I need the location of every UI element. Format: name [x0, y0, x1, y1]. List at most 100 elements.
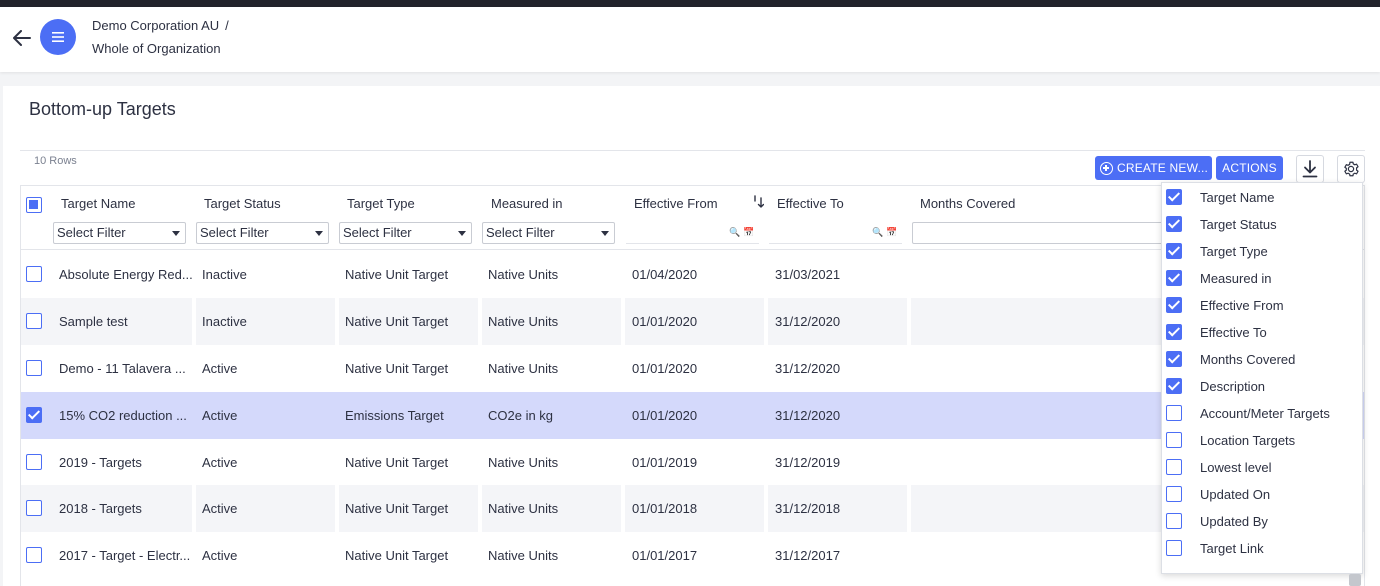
- column-toggle-checkbox[interactable]: [1166, 432, 1182, 448]
- settings-button[interactable]: [1337, 155, 1365, 183]
- effective-to-cell: 31/12/2019: [775, 455, 841, 470]
- target-name-filter-value: Select Filter: [57, 225, 126, 240]
- target-type-cell: Native Unit Target: [345, 267, 449, 282]
- column-toggle-item[interactable]: Lowest level: [1162, 454, 1362, 481]
- create-new-button[interactable]: CREATE NEW...: [1095, 156, 1212, 180]
- months-covered-filter[interactable]: [912, 222, 1172, 244]
- column-toggle-label: Target Type: [1200, 244, 1268, 259]
- breadcrumb-scope[interactable]: Whole of Organization: [92, 41, 221, 56]
- effective-from-cell: 01/01/2020: [632, 361, 698, 376]
- column-toggle-item[interactable]: Target Name: [1162, 184, 1362, 211]
- column-toggle-label: Target Status: [1200, 217, 1277, 232]
- column-chooser-panel: Target Name Target Status Target Type Measu…: [1161, 182, 1363, 574]
- column-toggle-checkbox[interactable]: [1166, 513, 1182, 529]
- column-toggle-checkbox[interactable]: [1166, 243, 1182, 259]
- measured-in-cell: CO2e in kg: [488, 408, 554, 423]
- measured-in-cell: Native Units: [488, 267, 559, 282]
- column-header-effective-from[interactable]: Effective From: [634, 196, 718, 211]
- target-type-filter-value: Select Filter: [343, 225, 412, 240]
- column-toggle-label: Effective From: [1200, 298, 1284, 313]
- measured-in-filter[interactable]: Select Filter: [482, 222, 615, 244]
- sort-icon[interactable]: [752, 195, 764, 209]
- target-name-cell[interactable]: 2018 - Targets: [59, 485, 194, 532]
- column-header-target-name[interactable]: Target Name: [61, 196, 135, 211]
- target-status-cell: Active: [202, 455, 238, 470]
- column-toggle-checkbox[interactable]: [1166, 351, 1182, 367]
- column-toggle-item[interactable]: Effective To: [1162, 319, 1362, 346]
- target-type-filter[interactable]: Select Filter: [339, 222, 472, 244]
- column-toggle-checkbox[interactable]: [1166, 405, 1182, 421]
- download-button[interactable]: [1296, 155, 1324, 183]
- row-checkbox[interactable]: [26, 360, 42, 376]
- row-checkbox[interactable]: [26, 313, 42, 329]
- measured-in-filter-value: Select Filter: [486, 225, 555, 240]
- column-toggle-checkbox[interactable]: [1166, 486, 1182, 502]
- column-toggle-item[interactable]: Description: [1162, 373, 1362, 400]
- measured-in-cell: Native Units: [488, 361, 559, 376]
- target-name-cell[interactable]: 2017 - Target - Electr...: [59, 532, 194, 579]
- column-toggle-item[interactable]: Target Status: [1162, 211, 1362, 238]
- target-type-cell: Native Unit Target: [345, 314, 449, 329]
- target-status-cell: Active: [202, 361, 238, 376]
- column-header-months-covered[interactable]: Months Covered: [920, 196, 1015, 211]
- effective-from-cell: 01/01/2017: [632, 548, 698, 563]
- calendar-icon[interactable]: 📅: [886, 227, 897, 238]
- search-icon[interactable]: 🔍: [872, 227, 883, 238]
- column-toggle-item[interactable]: Months Covered: [1162, 346, 1362, 373]
- column-toggle-item[interactable]: Effective From: [1162, 292, 1362, 319]
- column-toggle-checkbox[interactable]: [1166, 378, 1182, 394]
- column-toggle-label: Account/Meter Targets: [1200, 406, 1330, 421]
- target-name-cell[interactable]: 15% CO2 reduction ...: [59, 392, 194, 439]
- column-toggle-item[interactable]: Target Link: [1162, 535, 1362, 562]
- menu-button[interactable]: [40, 19, 76, 55]
- effective-to-cell: 31/03/2021: [775, 267, 841, 282]
- effective-to-cell: 31/12/2018: [775, 501, 841, 516]
- calendar-icon[interactable]: 📅: [743, 227, 754, 238]
- effective-to-cell: 31/12/2020: [775, 314, 841, 329]
- column-header-measured-in[interactable]: Measured in: [491, 196, 563, 211]
- column-toggle-item[interactable]: Updated By: [1162, 508, 1362, 535]
- target-name-filter[interactable]: Select Filter: [53, 222, 186, 244]
- back-button[interactable]: [11, 27, 33, 49]
- column-toggle-checkbox[interactable]: [1166, 216, 1182, 232]
- target-name-cell[interactable]: Absolute Energy Red...: [59, 251, 194, 298]
- effective-from-cell: 01/01/2019: [632, 455, 698, 470]
- column-toggle-checkbox[interactable]: [1166, 189, 1182, 205]
- row-checkbox[interactable]: [26, 407, 42, 423]
- select-all-checkbox[interactable]: [26, 197, 42, 213]
- effective-to-filter[interactable]: 🔍 📅: [769, 222, 902, 244]
- effective-to-cell: 31/12/2017: [775, 548, 841, 563]
- target-name-cell[interactable]: 2019 - Targets: [59, 439, 194, 486]
- breadcrumb-org-label[interactable]: Demo Corporation AU: [92, 18, 219, 33]
- column-toggle-item[interactable]: Target Type: [1162, 238, 1362, 265]
- column-toggle-checkbox[interactable]: [1166, 297, 1182, 313]
- column-header-target-type[interactable]: Target Type: [347, 196, 415, 211]
- column-toggle-item[interactable]: Account/Meter Targets: [1162, 400, 1362, 427]
- actions-button[interactable]: ACTIONS: [1216, 156, 1283, 180]
- column-toggle-item[interactable]: Updated On: [1162, 481, 1362, 508]
- row-checkbox[interactable]: [26, 266, 42, 282]
- row-checkbox[interactable]: [26, 454, 42, 470]
- target-name-cell[interactable]: Sample test: [59, 298, 194, 345]
- target-status-cell: Inactive: [202, 267, 247, 282]
- effective-from-filter[interactable]: 🔍 📅: [626, 222, 759, 244]
- column-toggle-item[interactable]: Location Targets: [1162, 427, 1362, 454]
- row-checkbox[interactable]: [26, 500, 42, 516]
- breadcrumb-org[interactable]: Demo Corporation AU /: [92, 18, 229, 33]
- target-status-filter[interactable]: Select Filter: [196, 222, 329, 244]
- search-icon[interactable]: 🔍: [729, 227, 740, 238]
- column-toggle-checkbox[interactable]: [1166, 270, 1182, 286]
- create-new-label: CREATE NEW...: [1117, 161, 1209, 175]
- browser-top-strip: [0, 0, 1380, 7]
- target-name-cell[interactable]: Demo - 11 Talavera ...: [59, 345, 194, 392]
- column-toggle-checkbox[interactable]: [1166, 459, 1182, 475]
- measured-in-cell: Native Units: [488, 548, 559, 563]
- column-header-effective-to[interactable]: Effective To: [777, 196, 844, 211]
- column-header-target-status[interactable]: Target Status: [204, 196, 281, 211]
- scrollbar-thumb[interactable]: [1349, 574, 1361, 586]
- column-toggle-checkbox[interactable]: [1166, 324, 1182, 340]
- column-toggle-item[interactable]: Measured in: [1162, 265, 1362, 292]
- column-toggle-label: Months Covered: [1200, 352, 1296, 367]
- row-checkbox[interactable]: [26, 547, 42, 563]
- column-toggle-checkbox[interactable]: [1166, 540, 1182, 556]
